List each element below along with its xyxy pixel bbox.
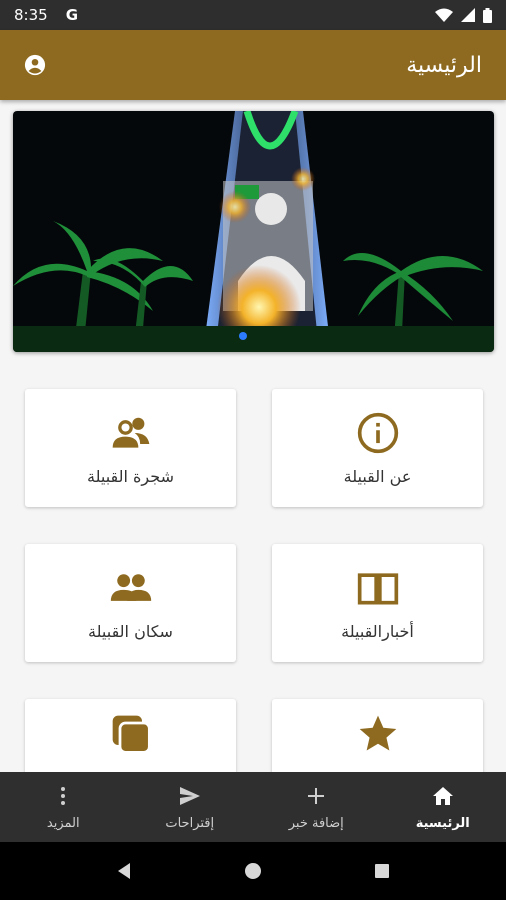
banner-image[interactable] [13,111,494,352]
app-bar: الرئيسية [0,30,506,100]
card-tribe-tree[interactable]: شجرة القبيلة [25,389,236,507]
banner-illustration [13,111,494,352]
nav-suggestions[interactable]: إقتراحات [127,772,254,842]
page-title: الرئيسية [406,52,482,78]
more-vert-icon [61,786,66,805]
card-tribe-news[interactable]: أخبارالقبيلة [272,544,483,662]
nav-more[interactable]: المزيد [0,772,127,842]
bottom-navigation: الرئيسية إضافة خبر إقتراحات المزيد [0,772,506,842]
recents-icon[interactable] [372,861,392,881]
star-icon [359,715,396,751]
layers-icon [112,715,151,754]
info-icon [357,412,398,453]
signal-icon [461,8,475,22]
wifi-icon [435,8,453,22]
carousel-indicator [239,332,247,340]
send-icon [179,786,200,805]
status-time: 8:35 [14,6,48,24]
home-circle-icon[interactable] [243,861,263,881]
nav-add-news[interactable]: إضافة خبر [253,772,380,842]
nav-label: إضافة خبر [288,815,344,831]
book-icon [357,572,398,604]
card-label: شجرة القبيلة [87,466,174,486]
nav-label: الرئيسية [415,815,470,831]
back-icon[interactable] [114,861,134,881]
people-talk-icon [112,417,149,448]
google-icon: G [65,6,78,24]
card-about-tribe[interactable]: عن القبيلة [272,389,483,507]
nav-home[interactable]: الرئيسية [380,772,506,842]
account-icon[interactable] [24,54,46,76]
card-label: أخبارالقبيلة [341,621,414,641]
card-label: عن القبيلة [343,466,412,486]
nav-label: إقتراحات [165,815,215,831]
home-icon [432,786,453,805]
battery-icon [483,7,492,23]
nav-label: المزيد [46,815,80,831]
status-bar: 8:35 G [0,0,506,30]
system-nav-bar [0,842,506,900]
card-label: سكان القبيلة [88,621,173,641]
people-icon [110,573,151,601]
card-tribe-residents[interactable]: سكان القبيلة [25,544,236,662]
plus-icon [308,787,325,804]
